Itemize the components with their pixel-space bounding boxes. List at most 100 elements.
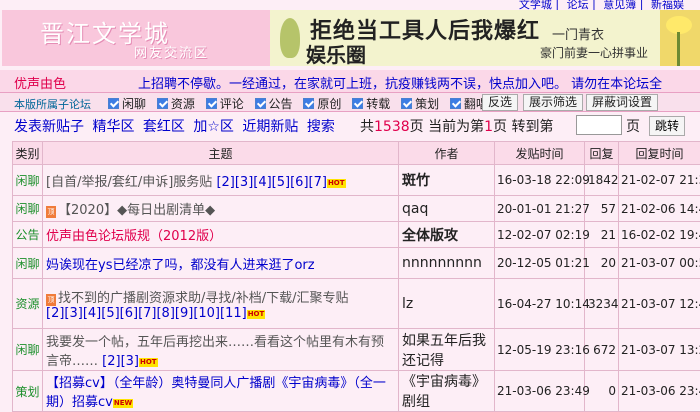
nav-new-post[interactable]: 发表新贴子 [14,119,84,135]
checkbox-icon[interactable] [352,98,364,109]
checkbox-icon[interactable] [401,98,413,109]
ad-banner[interactable]: 拒绝当工具人后我爆红 娱乐圈 一门青衣 豪门前妻一心拼事业 [270,10,700,66]
thread-title[interactable]: [自首/举报/套红/申诉]服务贴 [46,175,212,190]
page-links[interactable]: [2][3][4][5][6][7] [216,175,327,190]
table-row: 闲聊 [自首/举报/套红/申诉]服务贴 [2][3][4][5][6][7]HO… [12,164,700,196]
checkbox-icon[interactable] [108,98,119,109]
filter-reviews[interactable]: 评论 [205,95,244,112]
filter-resources[interactable]: 资源 [156,95,195,112]
table-row: 闲聊 我要发一个帖，五年后再挖出来……看看这个帖里有木有预言帝…… [2][3]… [12,328,700,371]
filter-bar: 本版所属子论坛 闲聊 资源 评论 公告 原创 转载 策划 翻唱 反选 展示筛选 … [0,92,700,112]
banner-right-title: 一门青衣 [552,28,605,43]
thread-author: 斑竹 [398,164,495,196]
thread-author: 如果五年后我还记得 [398,328,495,371]
row-title-cell: 【招募cv】（全年龄）奥特曼同人广播剧《宇宙病毒》（全一期）招募cvNEW [42,370,399,412]
reply-time: 21-02-07 21:30 [618,164,700,196]
table-header: 类别 主题 作者 发贴时间 回复 回复时间 [12,141,700,165]
thread-title[interactable]: 找不到的广播剧资源求助/寻找/补档/下载/汇聚专贴 [58,291,349,306]
block-words-button[interactable]: 屏蔽词设置 [586,94,659,111]
thread-title[interactable]: 优声由色论坛版规（2012版） [46,229,222,244]
reply-count: 1842 [584,164,619,196]
logo-subtitle: 网友交流区 [134,46,210,61]
reply-count: 3234 [584,278,619,329]
show-filter-button[interactable]: 展示筛选 [523,94,584,111]
row-category: 策划 [12,370,43,412]
thread-author: nnnnnnnnn [398,247,495,279]
nav-search[interactable]: 搜索 [307,119,335,135]
post-time: 20-01-01 21:27 [494,195,590,222]
checkbox-icon[interactable] [254,98,266,109]
row-title-cell: 顶【2020】◆每日出剧清单◆ [42,195,399,222]
row-category: 闲聊 [12,328,43,371]
invert-selection-button[interactable]: 反选 [482,94,519,111]
checkbox-icon[interactable] [303,98,315,109]
thread-table: 类别 主题 作者 发贴时间 回复 回复时间 闲聊 [自首/举报/套红/申诉]服务… [12,141,700,412]
row-category: 闲聊 [12,195,43,222]
table-row: 策划 【招募cv】（全年龄）奥特曼同人广播剧《宇宙病毒》（全一期）招募cvNEW… [12,370,700,412]
total-pages: 1538 [374,119,410,135]
table-row: 闲聊 妈诶现在ys已经凉了吗，都没有人进来逛了orz nnnnnnnnn 20-… [12,247,700,279]
row-category: 闲聊 [12,164,43,196]
pager: 共1538页 当前为第1页 转到第 页 [360,115,640,136]
filter-original[interactable]: 原创 [303,95,341,112]
row-title-cell: 顶找不到的广播剧资源求助/寻找/补档/下载/汇聚专贴 [2][3][4][5][6… [42,278,399,329]
filter-repost[interactable]: 转载 [352,95,390,112]
reply-time: 21-03-07 12:49 [618,278,700,329]
row-title-cell: 我要发一个帖，五年后再挖出来……看看这个帖里有木有预言帝…… [2][3]HOT [42,328,399,371]
table-row: 资源 顶找不到的广播剧资源求助/寻找/补档/下载/汇聚专贴 [2][3][4][5… [12,278,700,329]
filter-checkboxes: 闲聊 资源 评论 公告 原创 转载 策划 翻唱 [108,95,495,112]
filter-planning[interactable]: 策划 [401,95,439,112]
row-title-cell: 优声由色论坛版规（2012版） [42,221,399,248]
nav-star[interactable]: 加☆区 [193,119,234,135]
goto-page-input[interactable] [576,115,622,135]
thread-title[interactable]: 【2020】◆每日出剧清单◆ [58,203,215,218]
hot-badge: HOT [139,357,158,367]
thread-author: 《宇宙病毒》剧组 [398,370,495,412]
forum-name[interactable]: 优声由色 [14,73,66,92]
page-links[interactable]: [2][3][4][5][6][7][8][9][10][11] [46,306,247,321]
banner-right-subtitle: 豪门前妻一心拼事业 [540,46,649,60]
reply-time: 21-03-07 13:28 [618,328,700,371]
marquee-text[interactable]: 上招聘不停歇。一经通过，在家就可上班，抗疫赚钱两不误，快点加入吧。 请勿在本论坛… [138,73,662,92]
table-row: 闲聊 顶【2020】◆每日出剧清单◆ qaq 20-01-01 21:27 57… [12,195,700,222]
banner-headline-2: 娱乐圈 [306,43,366,66]
post-time: 12-05-19 23:16 [494,328,590,371]
thread-title[interactable]: 妈诶现在ys已经凉了吗，都没有人进来逛了orz [46,258,315,273]
flower-icon [660,10,700,66]
thread-title[interactable]: 我要发一个帖，五年后再挖出来……看看这个帖里有木有预言帝…… [46,335,384,369]
reply-time: 21-03-07 00:51 [618,247,700,279]
hot-badge: HOT [246,309,266,319]
site-logo[interactable]: 晋江文学城 网友交流区 [2,10,270,66]
page-links[interactable]: [2][3] [102,354,139,369]
row-category: 公告 [12,221,43,248]
thread-author: lz [398,278,495,329]
nav-recent[interactable]: 近期新贴 [242,119,298,135]
row-title-cell: 妈诶现在ys已经凉了吗，都没有人进来逛了orz [42,247,399,279]
filter-chat[interactable]: 闲聊 [108,95,146,112]
checkbox-icon[interactable] [449,98,461,109]
filter-announcements[interactable]: 公告 [254,95,293,112]
new-badge: NEW [112,399,134,408]
nav-red[interactable]: 套红区 [143,119,185,135]
reply-time: 21-03-06 23:49 [618,370,700,412]
col-replies: 回复 [584,141,619,165]
table-row: 公告 优声由色论坛版规（2012版） 全体版攻 12-02-07 02:19 2… [12,221,700,248]
subforum-label: 本版所属子论坛 [14,98,91,111]
thread-title[interactable]: 【招募cv】（全年龄）奥特曼同人广播剧《宇宙病毒》（全一期）招募cv [46,376,386,410]
post-time: 12-02-07 02:19 [494,221,590,248]
checkbox-icon[interactable] [205,98,217,109]
thread-author: qaq [398,195,495,222]
post-time: 16-03-18 22:09 [494,164,590,196]
col-reply-time: 回复时间 [618,141,700,165]
checkbox-icon[interactable] [156,98,168,109]
col-post-time: 发贴时间 [494,141,585,165]
post-time: 20-12-05 01:21 [494,247,590,279]
row-category: 资源 [12,278,43,329]
leaf-icon [280,18,300,58]
post-time: 21-03-06 23:49 [494,370,590,412]
row-title-cell: [自首/举报/套红/申诉]服务贴 [2][3][4][5][6][7]HOT [42,164,399,196]
thread-author: 全体版攻 [398,221,495,248]
nav-elite[interactable]: 精华区 [92,119,134,135]
col-author: 作者 [398,141,495,165]
goto-page-button[interactable]: 跳转 [649,116,686,136]
